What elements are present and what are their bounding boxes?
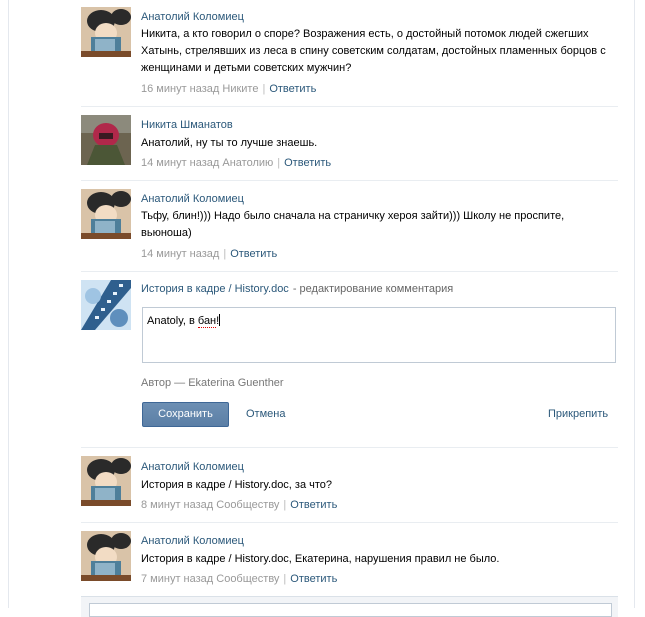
- comment-divider: [81, 106, 618, 107]
- group-name-link[interactable]: История в кадре / History.doc: [141, 283, 289, 295]
- cancel-link[interactable]: Отмена: [246, 408, 285, 420]
- comment-timestamp[interactable]: 8 минут назад Сообществу: [141, 499, 279, 511]
- comment-text: Тьфу, блин!))) Надо было сначала на стра…: [141, 210, 565, 239]
- avatar-image: [81, 531, 131, 581]
- meta-separator: |: [223, 248, 227, 260]
- edit-header: История в кадре / History.doc - редактиро…: [141, 283, 453, 295]
- avatar-image: [81, 115, 131, 165]
- reply-link[interactable]: Ответить: [230, 248, 277, 260]
- avatar[interactable]: [81, 531, 131, 581]
- comment-divider: [81, 447, 618, 448]
- avatar-image: [81, 7, 131, 57]
- comment-author-link[interactable]: Анатолий Коломиец: [141, 193, 244, 205]
- comment-divider: [81, 180, 618, 181]
- comment-meta: 8 минут назад Сообществу | Ответить: [141, 499, 337, 511]
- comment-divider: [81, 271, 618, 272]
- comment-text: Никита, а кто говорил о споре? Возражени…: [141, 28, 606, 74]
- comment-meta: 7 минут назад Сообществу | Ответить: [141, 573, 337, 585]
- comment-timestamp[interactable]: 7 минут назад Сообществу: [141, 573, 279, 585]
- comment-text: Анатолий, ну ты то лучше знаешь.: [141, 137, 318, 149]
- edit-status: - редактирование комментария: [292, 283, 454, 295]
- reply-link[interactable]: Ответить: [290, 573, 337, 585]
- avatar-image: [81, 189, 131, 239]
- save-button[interactable]: Сохранить: [142, 402, 229, 427]
- comment-edit-textarea[interactable]: Anatoly, в бан!: [142, 307, 616, 363]
- attach-link[interactable]: Прикрепить: [548, 408, 608, 420]
- avatar-image: [81, 456, 131, 506]
- meta-separator: |: [277, 157, 281, 169]
- comment-text: История в кадре / History.doc, за что?: [141, 479, 333, 491]
- textarea-text-before: Anatoly, в: [147, 315, 198, 327]
- meta-separator: |: [283, 573, 287, 585]
- reply-link[interactable]: Ответить: [290, 499, 337, 511]
- right-frame-line: [634, 0, 635, 608]
- comment-author-link[interactable]: Никита Шманатов: [141, 119, 233, 131]
- comment-text: История в кадре / History.doc, Екатерина…: [141, 553, 500, 565]
- avatar[interactable]: [81, 189, 131, 239]
- comment-divider: [81, 522, 618, 523]
- comment-timestamp[interactable]: 14 минут назад Анатолию: [141, 157, 273, 169]
- new-comment-box: [81, 596, 618, 617]
- group-avatar-image: [81, 280, 131, 330]
- avatar[interactable]: [81, 7, 131, 57]
- comment-timestamp[interactable]: 16 минут назад Никите: [141, 83, 258, 95]
- left-frame-line: [8, 0, 9, 608]
- comment-meta: 14 минут назад | Ответить: [141, 248, 277, 260]
- comment-author-link[interactable]: Анатолий Коломиец: [141, 11, 244, 23]
- avatar[interactable]: [81, 115, 131, 165]
- group-avatar[interactable]: [81, 280, 131, 330]
- spellcheck-marked-word: бан: [197, 315, 217, 328]
- comment-author-link[interactable]: Анатолий Коломиец: [141, 535, 244, 547]
- text-caret: [219, 314, 221, 326]
- comment-meta: 14 минут назад Анатолию | Ответить: [141, 157, 331, 169]
- comment-author-link[interactable]: Анатолий Коломиец: [141, 461, 244, 473]
- new-comment-input[interactable]: [89, 603, 612, 617]
- avatar[interactable]: [81, 456, 131, 506]
- reply-link[interactable]: Ответить: [269, 83, 316, 95]
- reply-link[interactable]: Ответить: [284, 157, 331, 169]
- meta-separator: |: [262, 83, 266, 95]
- meta-separator: |: [283, 499, 287, 511]
- author-label: Автор — Ekaterina Guenther: [141, 377, 284, 389]
- comment-timestamp[interactable]: 14 минут назад: [141, 248, 219, 260]
- comment-meta: 16 минут назад Никите | Ответить: [141, 83, 316, 95]
